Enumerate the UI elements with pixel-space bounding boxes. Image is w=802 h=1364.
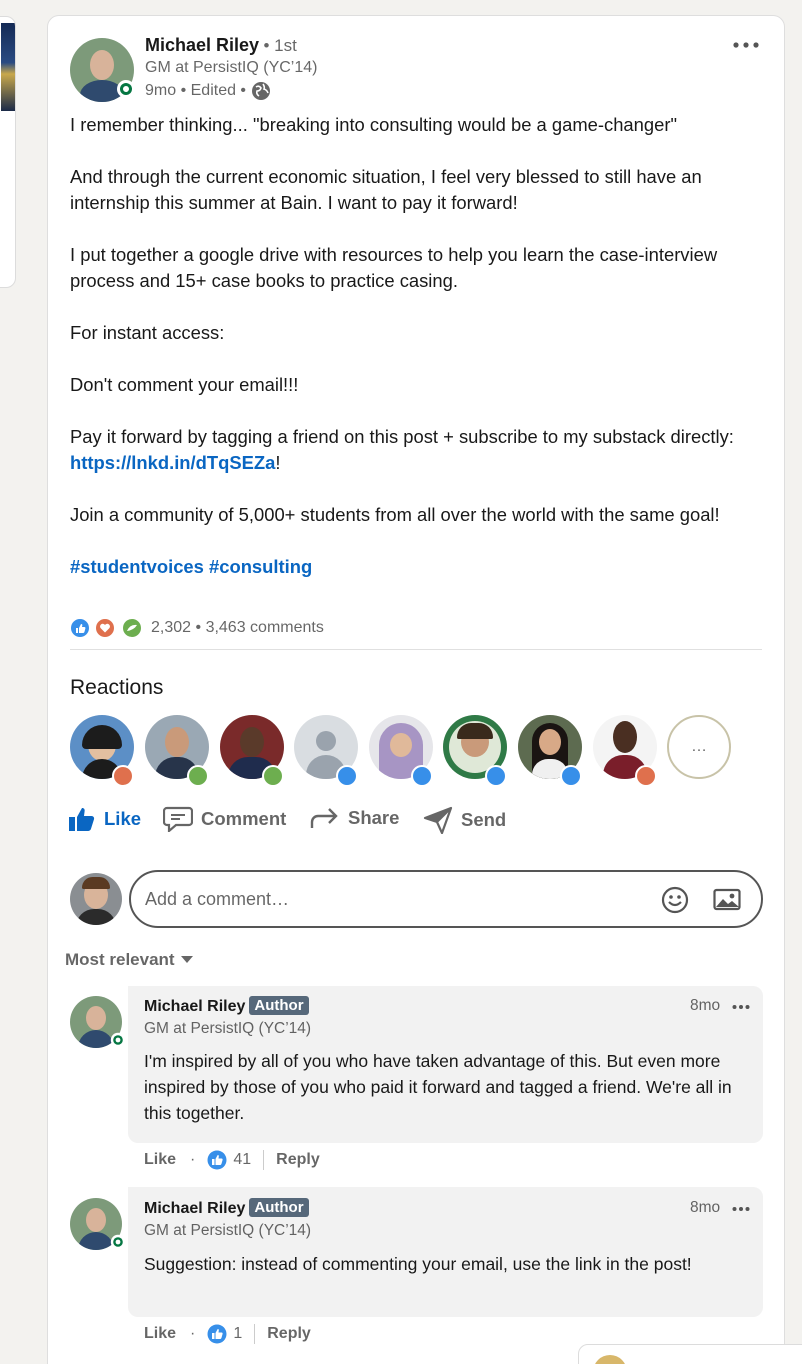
comment-author-line: Michael Riley Author [144,996,309,1016]
comment-time: 8mo [690,1199,721,1216]
comment-author-headline: GM at PersistIQ (YC’14) [144,1222,312,1239]
post-paragraph: Pay it forward by tagging a friend on th… [70,424,770,476]
city-thumbnail [1,23,15,111]
comment-icon [163,806,193,832]
comment-author[interactable]: Michael Riley [144,998,245,1015]
post-hashtags[interactable]: #studentvoices #consulting [70,554,770,580]
post-body: I remember thinking... "breaking into co… [70,112,770,580]
send-label: Send [461,809,507,830]
like-reaction-icon [207,1150,227,1170]
comment-bubble: Michael Riley Author GM at PersistIQ (YC’… [128,1187,763,1317]
post-paragraph: Don't comment your email!!! [70,374,299,395]
post-paragraph: Join a community of 5,000+ students from… [70,504,720,525]
post-timestamp: 9mo • Edited • [145,81,271,101]
post-paragraph: I remember thinking... "breaking into co… [70,114,677,135]
like-reaction-icon [485,765,507,787]
more-reactions-label: … [691,738,707,755]
like-reaction-icon[interactable] [70,618,90,638]
post-paragraph-text: Pay it forward by tagging a friend on th… [70,426,734,447]
divider [254,1324,256,1344]
online-status-icon [117,80,135,98]
more-reactions-button[interactable]: … [667,715,731,779]
comment-author[interactable]: Michael Riley [144,1200,245,1217]
like-reaction-icon [411,765,433,787]
divider [263,1150,265,1170]
messaging-avatar [593,1355,627,1364]
post-paragraph: For instant access: [70,322,225,343]
post-paragraph: I put together a google drive with resou… [70,244,718,291]
share-button[interactable]: Share [310,806,399,830]
online-status-icon [110,1234,126,1250]
author-badge: Author [249,996,309,1015]
comment-text: Suggestion: instead of commenting your e… [144,1254,692,1274]
comment-author-line: Michael Riley Author [144,1198,309,1218]
send-icon [423,806,453,834]
ellipsis-icon[interactable] [732,40,762,50]
support-reaction-icon[interactable] [122,618,142,638]
link-suffix: ! [275,452,281,473]
support-reaction-icon [187,765,209,787]
like-reaction-icon [560,765,582,787]
love-reaction-icon [635,765,657,787]
like-icon [69,808,95,831]
comment-count[interactable]: 3,463 comments [206,619,324,636]
love-reaction-icon[interactable] [95,618,115,638]
share-icon [310,808,338,828]
count-separator: • [195,619,202,636]
post-time: 9mo • Edited • [145,82,247,99]
reply-button[interactable]: Reply [267,1325,311,1343]
comment-bubble: Michael Riley Author GM at PersistIQ (YC’… [128,986,763,1143]
comment-author-headline: GM at PersistIQ (YC’14) [144,1020,312,1037]
globe-icon [252,82,271,100]
comment-placeholder: Add a comment… [145,889,290,909]
like-label: Like [104,808,142,829]
love-reaction-icon [112,765,134,787]
like-reaction-icon [207,1324,227,1344]
share-label: Share [348,807,400,828]
reactions-heading: Reactions [70,676,164,699]
comment-like-button[interactable]: Like [144,1151,176,1169]
comment-like-count[interactable]: 1 [233,1325,242,1343]
comment-text: I'm inspired by all of you who have take… [144,1051,732,1123]
connection-degree: • 1st [263,36,297,55]
messaging-overlay-card[interactable] [578,1344,802,1364]
social-counts: 2,302 • 3,463 comments [151,619,324,637]
comment-like-button[interactable]: Like [144,1325,176,1343]
post-link[interactable]: https://lnkd.in/dTqSEZa [70,452,275,473]
like-reaction-icon [336,765,358,787]
online-status-icon [110,1032,126,1048]
sort-label: Most relevant [65,950,175,969]
image-icon[interactable] [713,887,741,913]
comment-button[interactable]: Comment [163,806,286,832]
comment-input[interactable]: Add a comment… [129,870,763,928]
current-user-avatar [70,873,122,925]
sort-dropdown[interactable]: Most relevant [65,950,193,970]
caret-down-icon [180,956,193,963]
comment-time: 8mo [690,997,721,1014]
action-dot: · [190,1151,196,1168]
emoji-icon[interactable] [661,886,689,914]
left-sidebar-card [0,16,16,288]
comment-actions: Like · 41 Reply [144,1150,320,1170]
author-headline: GM at PersistIQ (YC’14) [145,59,318,76]
reply-button[interactable]: Reply [276,1151,320,1169]
post-paragraph: And through the current economic situati… [70,166,702,213]
comment-ellipsis-icon[interactable] [732,1004,750,1010]
post-card: Michael Riley • 1st GM at PersistIQ (YC’… [47,15,785,1364]
author-line: Michael Riley • 1st [145,35,297,56]
comment-label: Comment [201,808,287,829]
comment-like-count[interactable]: 41 [233,1151,251,1169]
support-reaction-icon [262,765,284,787]
author-name[interactable]: Michael Riley [145,35,259,55]
reaction-count[interactable]: 2,302 [151,619,191,636]
divider [70,649,762,650]
send-button[interactable]: Send [423,806,506,834]
author-badge: Author [249,1198,309,1217]
like-button[interactable]: Like [68,806,141,832]
comment-ellipsis-icon[interactable] [732,1206,750,1212]
action-dot: · [190,1325,196,1342]
comment-actions: Like · 1 Reply [144,1324,311,1344]
